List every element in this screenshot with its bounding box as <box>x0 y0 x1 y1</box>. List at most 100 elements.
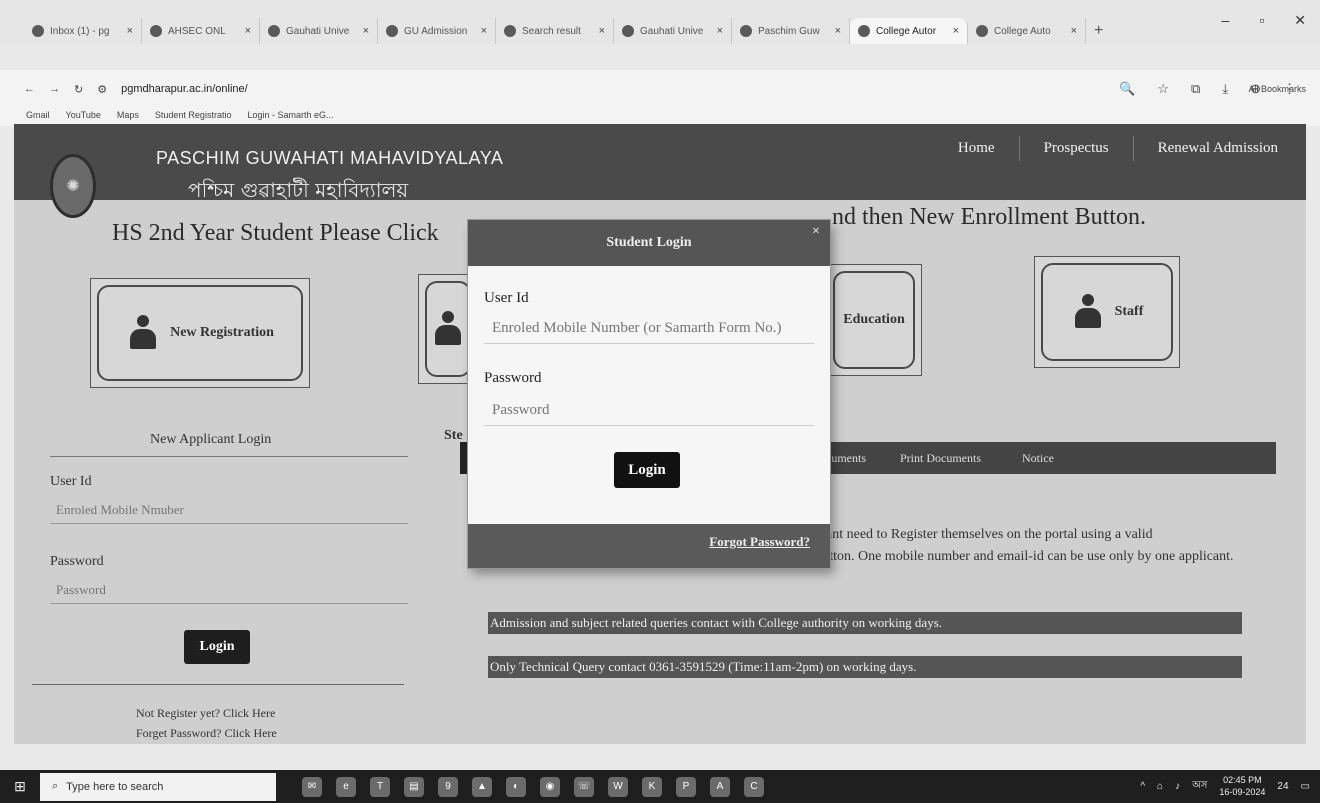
forgot-password-link[interactable]: Forget Password? Click Here <box>136 726 277 741</box>
student-login-modal: Student Login × User Id Password Login F… <box>468 220 830 568</box>
tab-close-icon[interactable]: × <box>363 25 369 37</box>
zoom-icon[interactable]: 🔍 <box>1119 81 1135 97</box>
staff-label: Staff <box>1114 304 1144 319</box>
bookmark-item[interactable]: Gmail <box>26 110 50 120</box>
modal-login-button[interactable]: Login <box>614 452 680 488</box>
tray-chevron-icon[interactable]: ^ <box>1140 781 1145 792</box>
applicant-password-input[interactable] <box>50 576 408 604</box>
tab-close-icon[interactable]: × <box>127 25 133 37</box>
modal-user-id-input[interactable] <box>484 314 814 344</box>
forward-icon[interactable]: → <box>49 83 60 95</box>
tab-close-icon[interactable]: × <box>599 25 605 37</box>
tab-print-documents[interactable]: Print Documents <box>900 451 981 466</box>
volume-icon[interactable]: ♪ <box>1175 781 1180 792</box>
staff-card[interactable]: Staff <box>1034 256 1180 368</box>
address-bar: ← → ↻ ⚙ pgmdharapur.ac.in/online/ 🔍 ☆ ⧉ … <box>0 70 1320 108</box>
download-icon[interactable]: ⤓ <box>1222 81 1228 97</box>
reload-icon[interactable]: ↻ <box>74 83 83 96</box>
word-app-icon[interactable]: W <box>608 776 628 797</box>
new-registration-card[interactable]: New Registration <box>90 278 310 388</box>
browser-tab[interactable]: GU Admission × <box>378 18 496 44</box>
nav-home[interactable]: Home <box>956 136 997 161</box>
bookmark-item[interactable]: Login - Samarth eG... <box>247 110 333 120</box>
tab-close-icon[interactable]: × <box>245 25 251 37</box>
app-icon[interactable]: ◐ <box>506 776 526 797</box>
site-info-icon[interactable]: ⚙ <box>97 83 107 96</box>
tab-close-icon[interactable]: × <box>1071 25 1077 37</box>
network-icon[interactable]: ⌂ <box>1157 781 1163 792</box>
new-tab-icon[interactable]: + <box>1094 22 1103 40</box>
browser-tab[interactable]: Gauhati Unive × <box>260 18 378 44</box>
tab-close-icon[interactable]: × <box>481 25 487 37</box>
intro-first-line: ant need to Register themselves on the p… <box>826 527 1153 542</box>
powerpoint-app-icon[interactable]: P <box>676 776 696 797</box>
app-icon[interactable]: K <box>642 776 662 797</box>
applicant-user-id-input[interactable] <box>50 496 408 524</box>
browser-tab[interactable]: AHSEC ONL × <box>142 18 260 44</box>
browser-tab[interactable]: Search result × <box>496 18 614 44</box>
language-indicator[interactable]: অস <box>1192 778 1207 795</box>
chrome-app-icon[interactable]: ◉ <box>540 776 560 797</box>
all-bookmarks[interactable]: All Bookmarks <box>1248 84 1306 94</box>
education-button[interactable]: Education <box>833 271 915 369</box>
tab-close-icon[interactable]: × <box>953 25 959 37</box>
applicant-login-button[interactable]: Login <box>184 630 250 664</box>
browser-tab[interactable]: College Autor × <box>850 18 968 44</box>
nav-renewal-admission[interactable]: Renewal Admission <box>1156 136 1280 161</box>
browser-tab[interactable]: College Auto × <box>968 18 1086 44</box>
photos-app-icon[interactable]: ▲ <box>472 776 492 797</box>
education-card[interactable]: Education <box>826 264 922 376</box>
mail-app-icon[interactable]: ✉ <box>302 776 322 797</box>
tab-documents[interactable]: cuments <box>826 451 866 466</box>
divider <box>32 684 404 685</box>
app-icon[interactable]: 9 <box>438 776 458 797</box>
doc-icon <box>386 25 398 37</box>
staff-button[interactable]: Staff <box>1041 263 1173 361</box>
browser-tab[interactable]: Inbox (1) - pg × <box>24 18 142 44</box>
url-field[interactable]: pgmdharapur.ac.in/online/ <box>121 83 1105 95</box>
modal-forgot-password-link[interactable]: Forgot Password? <box>709 534 810 550</box>
gmail-icon <box>32 25 44 37</box>
new-registration-label: New Registration <box>170 325 274 340</box>
browser-tab[interactable]: Paschim Guw × <box>732 18 850 44</box>
bookmark-star-icon[interactable]: ☆ <box>1157 81 1169 97</box>
app-icon[interactable]: C <box>744 776 764 797</box>
whatsapp-app-icon[interactable]: ☏ <box>574 776 594 797</box>
extensions-icon[interactable]: ⧉ <box>1191 81 1200 97</box>
browser-tab[interactable]: Gauhati Unive × <box>614 18 732 44</box>
bookmark-item[interactable]: Maps <box>117 110 139 120</box>
student-card-inner[interactable] <box>425 281 471 377</box>
nav-prospectus[interactable]: Prospectus <box>1042 136 1111 161</box>
notice-bar-1: Admission and subject related queries co… <box>488 612 1242 634</box>
notification-badge[interactable]: 24 <box>1277 781 1288 792</box>
bookmark-item[interactable]: YouTube <box>66 110 101 120</box>
globe-icon <box>268 25 280 37</box>
bookmark-item[interactable]: Student Registratio <box>155 110 232 120</box>
maximize-icon[interactable]: ▫ <box>1259 12 1264 29</box>
clock[interactable]: 02:45 PM 16-09-2024 <box>1219 774 1265 798</box>
taskbar-search[interactable]: ⌕ Type here to search <box>40 772 276 801</box>
close-window-icon[interactable]: ✕ <box>1294 12 1306 29</box>
notification-center-icon[interactable]: ▭ <box>1301 781 1310 792</box>
divider <box>50 456 408 457</box>
tab-close-icon[interactable]: × <box>835 25 841 37</box>
modal-close-icon[interactable]: × <box>812 224 820 240</box>
minimize-icon[interactable]: – <box>1222 12 1230 29</box>
not-registered-link[interactable]: Not Register yet? Click Here <box>136 706 275 721</box>
app-icon[interactable]: A <box>710 776 730 797</box>
tab-close-icon[interactable]: × <box>717 25 723 37</box>
windows-start-icon[interactable]: ⊞ <box>0 770 40 803</box>
teams-app-icon[interactable]: T <box>370 776 390 797</box>
back-icon[interactable]: ← <box>24 83 35 95</box>
new-applicant-login-panel: New Applicant Login User Id Password Log… <box>32 410 408 741</box>
bookmarks-bar: All Bookmarks Gmail YouTube Maps Student Re… <box>0 84 1320 126</box>
modal-user-id-label: User Id <box>484 290 529 306</box>
modal-password-input[interactable] <box>484 396 814 426</box>
tab-edge <box>460 442 468 474</box>
search-icon <box>504 25 516 37</box>
browser-tab-title: Paschim Guw <box>758 25 820 37</box>
edge-app-icon[interactable]: e <box>336 776 356 797</box>
explorer-app-icon[interactable]: ▤ <box>404 776 424 797</box>
new-registration-button[interactable]: New Registration <box>97 285 303 381</box>
tab-notice[interactable]: Notice <box>1022 451 1054 466</box>
